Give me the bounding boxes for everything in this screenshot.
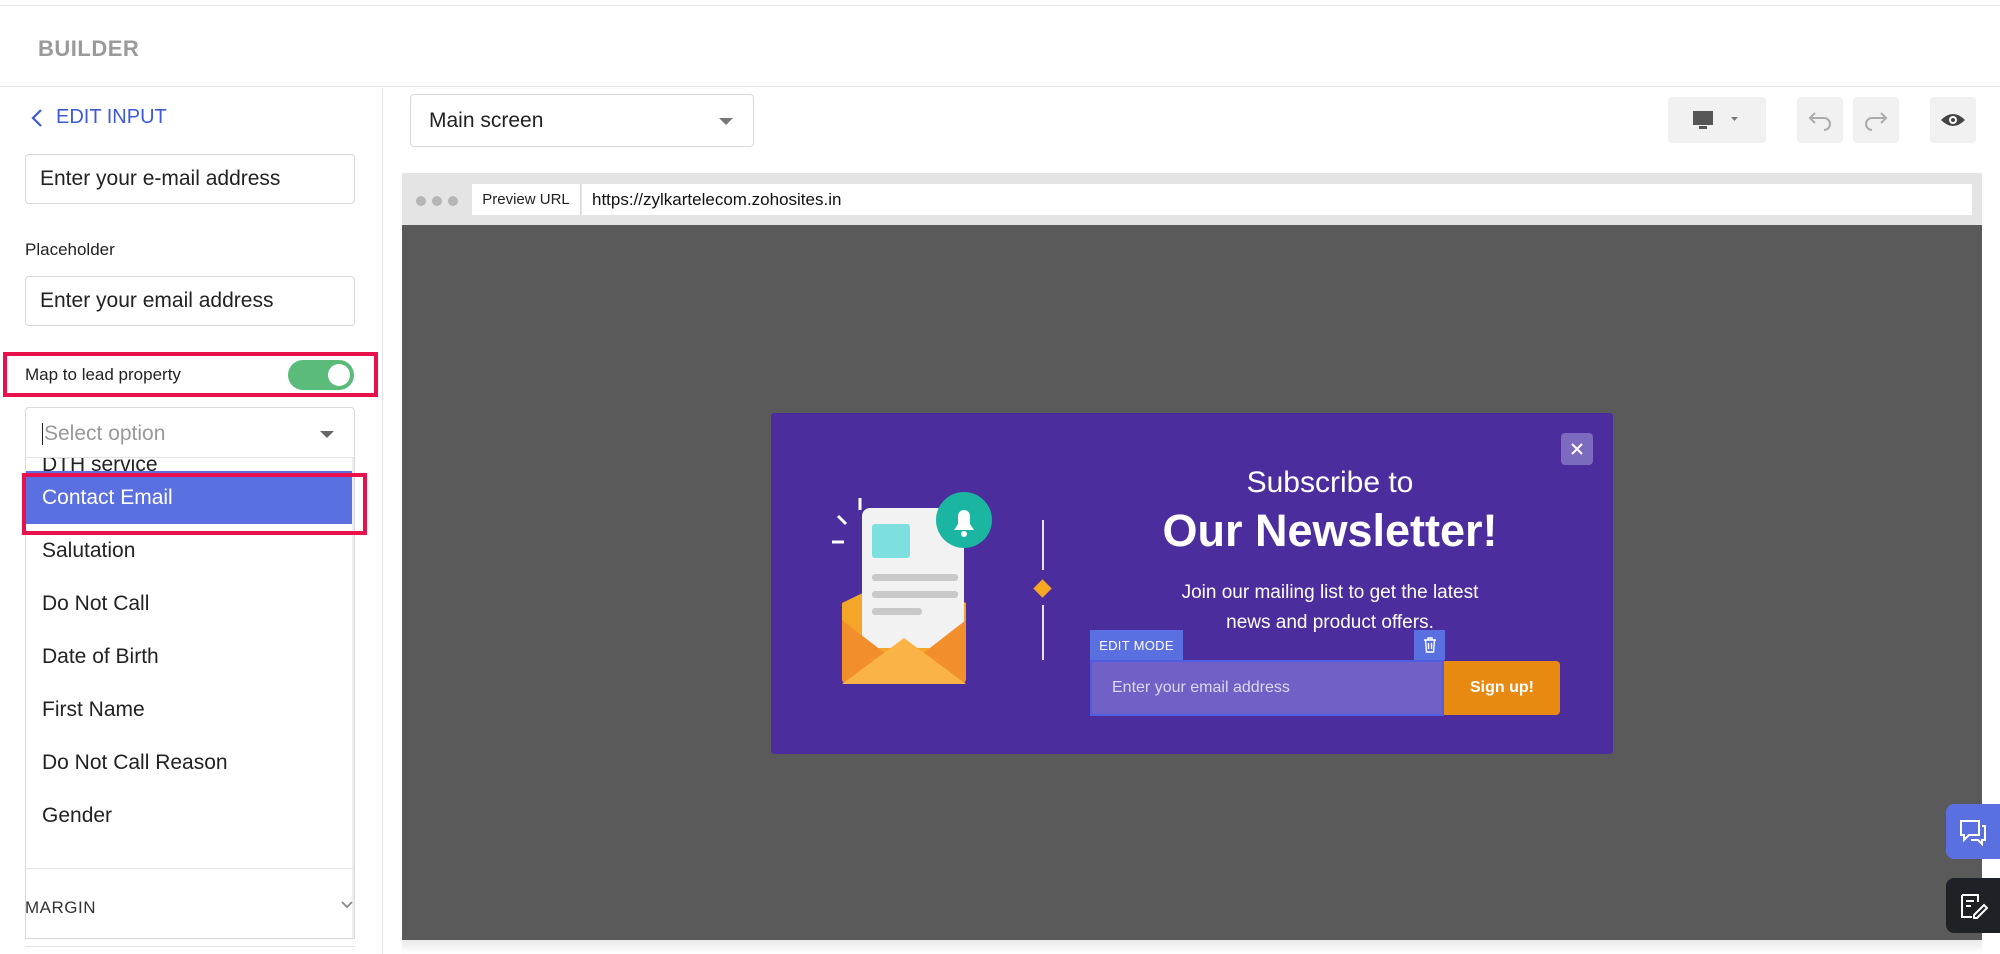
caret-down-icon xyxy=(719,118,733,125)
popup-divider xyxy=(1042,605,1044,660)
window-dot xyxy=(448,196,458,206)
caret-down-icon xyxy=(320,431,334,438)
divider xyxy=(25,946,355,947)
screen-select-value: Main screen xyxy=(429,108,544,132)
popup-description: Join our mailing list to get the latest … xyxy=(1181,582,1479,633)
bottom-shadow xyxy=(402,940,1982,954)
option-gender[interactable]: Gender xyxy=(26,789,354,842)
popup-email-input[interactable]: Enter your email address xyxy=(1090,660,1444,716)
trash-icon xyxy=(1423,637,1436,653)
screen-select[interactable]: Main screen xyxy=(410,94,754,147)
preview-url-field[interactable]: https://zylkartelecom.zohosites.in xyxy=(582,184,1972,215)
back-label: EDIT INPUT xyxy=(56,106,167,128)
option-salutation[interactable]: Salutation xyxy=(26,524,354,577)
edit-mode-tag: EDIT MODE xyxy=(1090,630,1183,660)
options-dropdown: DTH service Contact Email Salutation Do … xyxy=(25,457,355,939)
delete-button[interactable] xyxy=(1414,630,1445,660)
app-title: BUILDER xyxy=(38,36,140,61)
label-input[interactable]: Enter your e-mail address xyxy=(25,154,355,204)
window-dot xyxy=(416,196,426,206)
back-button[interactable]: EDIT INPUT xyxy=(30,106,167,129)
chevron-left-icon xyxy=(31,108,42,127)
chat-icon xyxy=(1960,819,1986,846)
map-lead-toggle[interactable] xyxy=(288,360,354,390)
close-icon xyxy=(1571,443,1583,455)
dropdown-scrollbar[interactable] xyxy=(352,458,354,938)
placeholder-label: Placeholder xyxy=(25,240,115,259)
device-toggle[interactable] xyxy=(1668,97,1766,143)
eye-icon xyxy=(1941,114,1965,126)
sidebar: EDIT INPUT Enter your e-mail address Pla… xyxy=(0,88,383,954)
chevron-down-icon[interactable] xyxy=(340,900,354,910)
placeholder-input[interactable]: Enter your email address xyxy=(25,276,355,326)
lead-property-select[interactable]: Select option xyxy=(25,407,355,459)
edit-note-icon xyxy=(1961,893,1988,919)
toggle-knob xyxy=(328,364,350,386)
window-dot xyxy=(432,196,442,206)
envelope-illustration-icon xyxy=(832,492,992,684)
popup-divider xyxy=(1042,520,1044,570)
text-cursor xyxy=(42,422,43,445)
option-do-not-call[interactable]: Do Not Call xyxy=(26,577,354,630)
chat-button[interactable] xyxy=(1946,804,2000,859)
redo-button[interactable] xyxy=(1853,97,1899,143)
margin-section-label[interactable]: MARGIN xyxy=(25,898,96,918)
notes-button[interactable] xyxy=(1946,878,2000,933)
undo-button[interactable] xyxy=(1797,97,1843,143)
preview-url-label: Preview URL xyxy=(472,184,581,215)
popup-title-line1: Subscribe to xyxy=(1246,466,1414,499)
close-popup-button[interactable] xyxy=(1561,433,1593,465)
undo-icon xyxy=(1808,112,1831,131)
signup-button[interactable]: Sign up! xyxy=(1444,661,1560,715)
map-lead-label: Map to lead property xyxy=(25,365,181,384)
option-first-name[interactable]: First Name xyxy=(26,683,354,736)
option-date-of-birth[interactable]: Date of Birth xyxy=(26,630,354,683)
desktop-icon xyxy=(1693,111,1738,129)
popup-title-line2: Our Newsletter! xyxy=(1162,505,1498,556)
select-placeholder: Select option xyxy=(44,421,166,445)
redo-icon xyxy=(1865,112,1888,131)
option-contact-email[interactable]: Contact Email xyxy=(26,471,354,524)
app-header: BUILDER xyxy=(0,6,2000,87)
preview-button[interactable] xyxy=(1930,97,1976,143)
divider xyxy=(25,868,355,869)
option-do-not-call-reason[interactable]: Do Not Call Reason xyxy=(26,736,354,789)
